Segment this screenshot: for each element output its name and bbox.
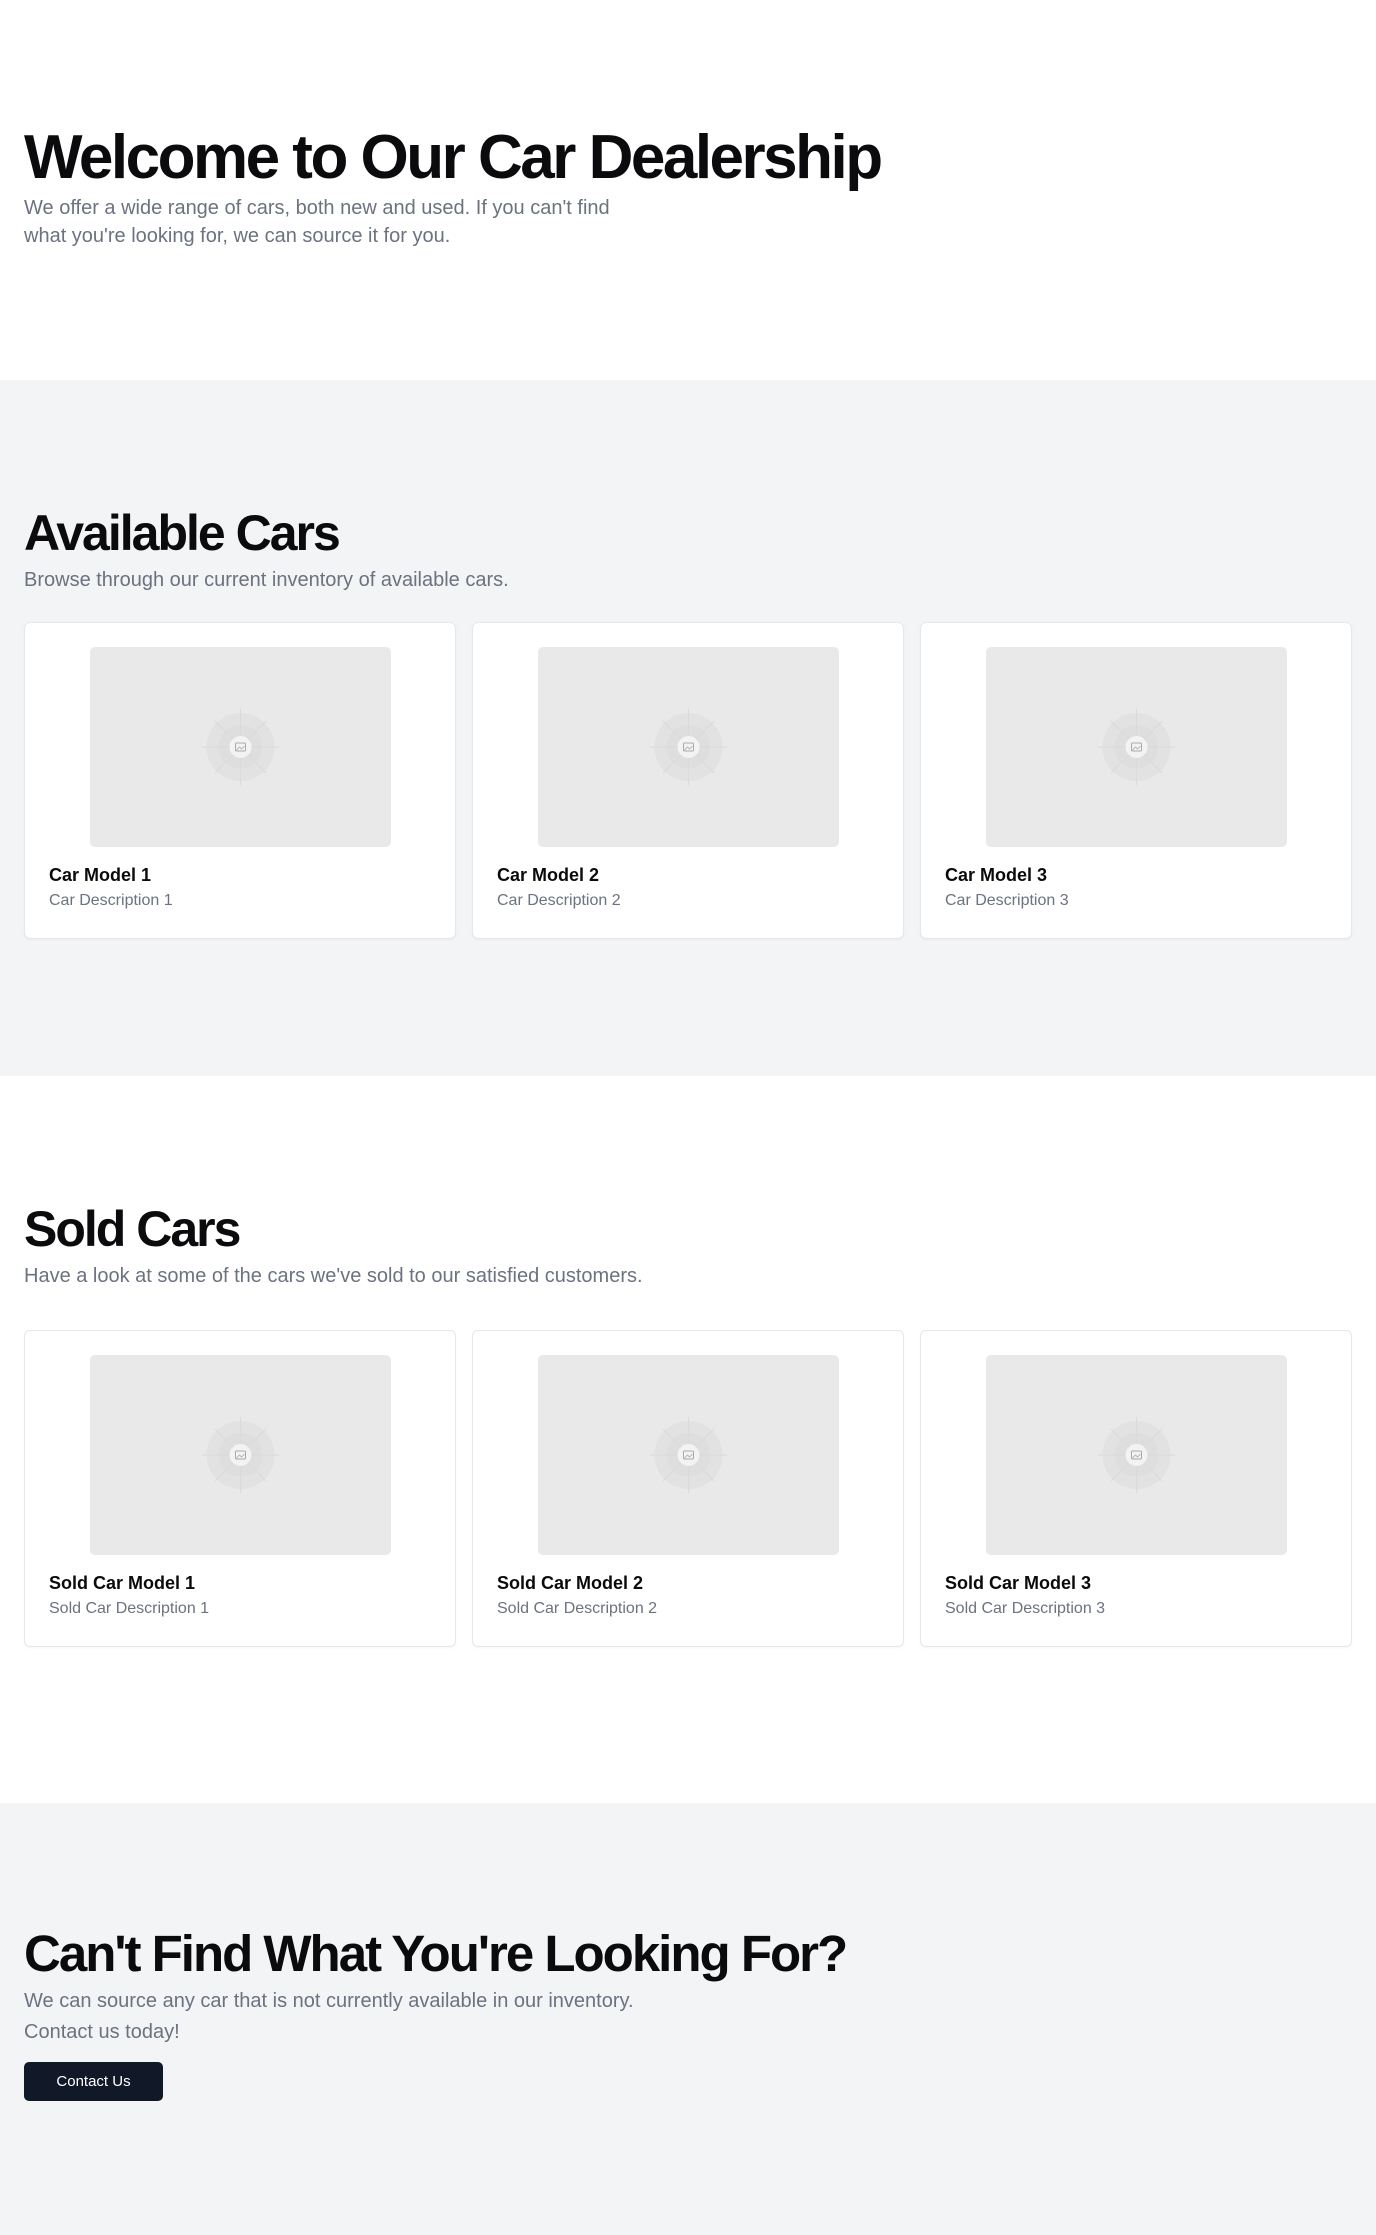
sold-car-card-title: Sold Car Model 3: [945, 1573, 1092, 1593]
car-image-placeholder: [986, 647, 1287, 847]
hero-section: Welcome to Our Car Dealership We offer a…: [0, 0, 1376, 380]
hero-title: Welcome to Our Car Dealership: [24, 123, 883, 192]
car-card-title: Car Model 2: [497, 865, 600, 885]
sold-cars-content: Sold Cars Have a look at some of the car…: [24, 1201, 1352, 1647]
sold-car-card[interactable]: Sold Car Model 3 Sold Car Description 3: [920, 1330, 1352, 1647]
available-cars-subtitle: Browse through our current inventory of …: [24, 569, 509, 591]
sold-car-card[interactable]: Sold Car Model 2 Sold Car Description 2: [472, 1330, 904, 1647]
sold-car-card-description: Sold Car Description 3: [945, 1600, 1106, 1617]
contact-us-button[interactable]: Contact Us: [24, 2062, 163, 2101]
car-image-placeholder: [538, 647, 839, 847]
sold-cars-section: Sold Cars Have a look at some of the car…: [0, 1076, 1376, 1803]
sold-car-card-description: Sold Car Description 1: [49, 1600, 210, 1617]
contact-subtitle: We can source any car that is not curren…: [24, 1990, 634, 2043]
contact-title: Can't Find What You're Looking For?: [24, 1925, 848, 1982]
sold-car-card-title: Sold Car Model 1: [49, 1573, 196, 1593]
available-cars-section: Available Cars Browse through our curren…: [0, 380, 1376, 1076]
image-placeholder-icon: [202, 709, 279, 785]
sold-car-card-description: Sold Car Description 2: [497, 1600, 658, 1617]
car-image-placeholder: [90, 1355, 391, 1555]
car-image-placeholder: [538, 1355, 839, 1555]
available-cars-title: Available Cars: [24, 505, 341, 561]
sold-car-card-title: Sold Car Model 2: [497, 1573, 644, 1593]
sold-car-card[interactable]: Sold Car Model 1 Sold Car Description 1: [24, 1330, 456, 1647]
image-placeholder-icon: [202, 1417, 279, 1493]
sold-cars-subtitle: Have a look at some of the cars we've so…: [24, 1265, 643, 1287]
car-image-placeholder: [986, 1355, 1287, 1555]
car-card-title: Car Model 1: [49, 865, 152, 885]
contact-content: Can't Find What You're Looking For? We c…: [24, 1926, 1352, 2101]
car-card[interactable]: Car Model 1 Car Description 1: [24, 622, 456, 939]
car-card-description: Car Description 2: [497, 892, 621, 909]
image-placeholder-icon: [650, 1417, 727, 1493]
car-card-description: Car Description 1: [49, 892, 173, 909]
image-placeholder-icon: [1098, 1417, 1175, 1493]
contact-section: Can't Find What You're Looking For? We c…: [0, 1803, 1376, 2235]
image-placeholder-icon: [1098, 709, 1175, 785]
hero-content: Welcome to Our Car Dealership We offer a…: [24, 126, 1352, 250]
car-card[interactable]: Car Model 2 Car Description 2: [472, 622, 904, 939]
car-image-placeholder: [90, 647, 391, 847]
available-cars-content: Available Cars Browse through our curren…: [24, 505, 1352, 939]
hero-subtitle: We offer a wide range of cars, both new …: [24, 197, 610, 247]
available-cars-grid: Car Model 1 Car Description 1 Car Model …: [24, 622, 1352, 939]
car-card[interactable]: Car Model 3 Car Description 3: [920, 622, 1352, 939]
car-card-description: Car Description 3: [945, 892, 1069, 909]
sold-cars-title: Sold Cars: [24, 1201, 241, 1257]
image-placeholder-icon: [650, 709, 727, 785]
car-card-title: Car Model 3: [945, 865, 1048, 885]
sold-cars-grid: Sold Car Model 1 Sold Car Description 1: [24, 1330, 1352, 1647]
